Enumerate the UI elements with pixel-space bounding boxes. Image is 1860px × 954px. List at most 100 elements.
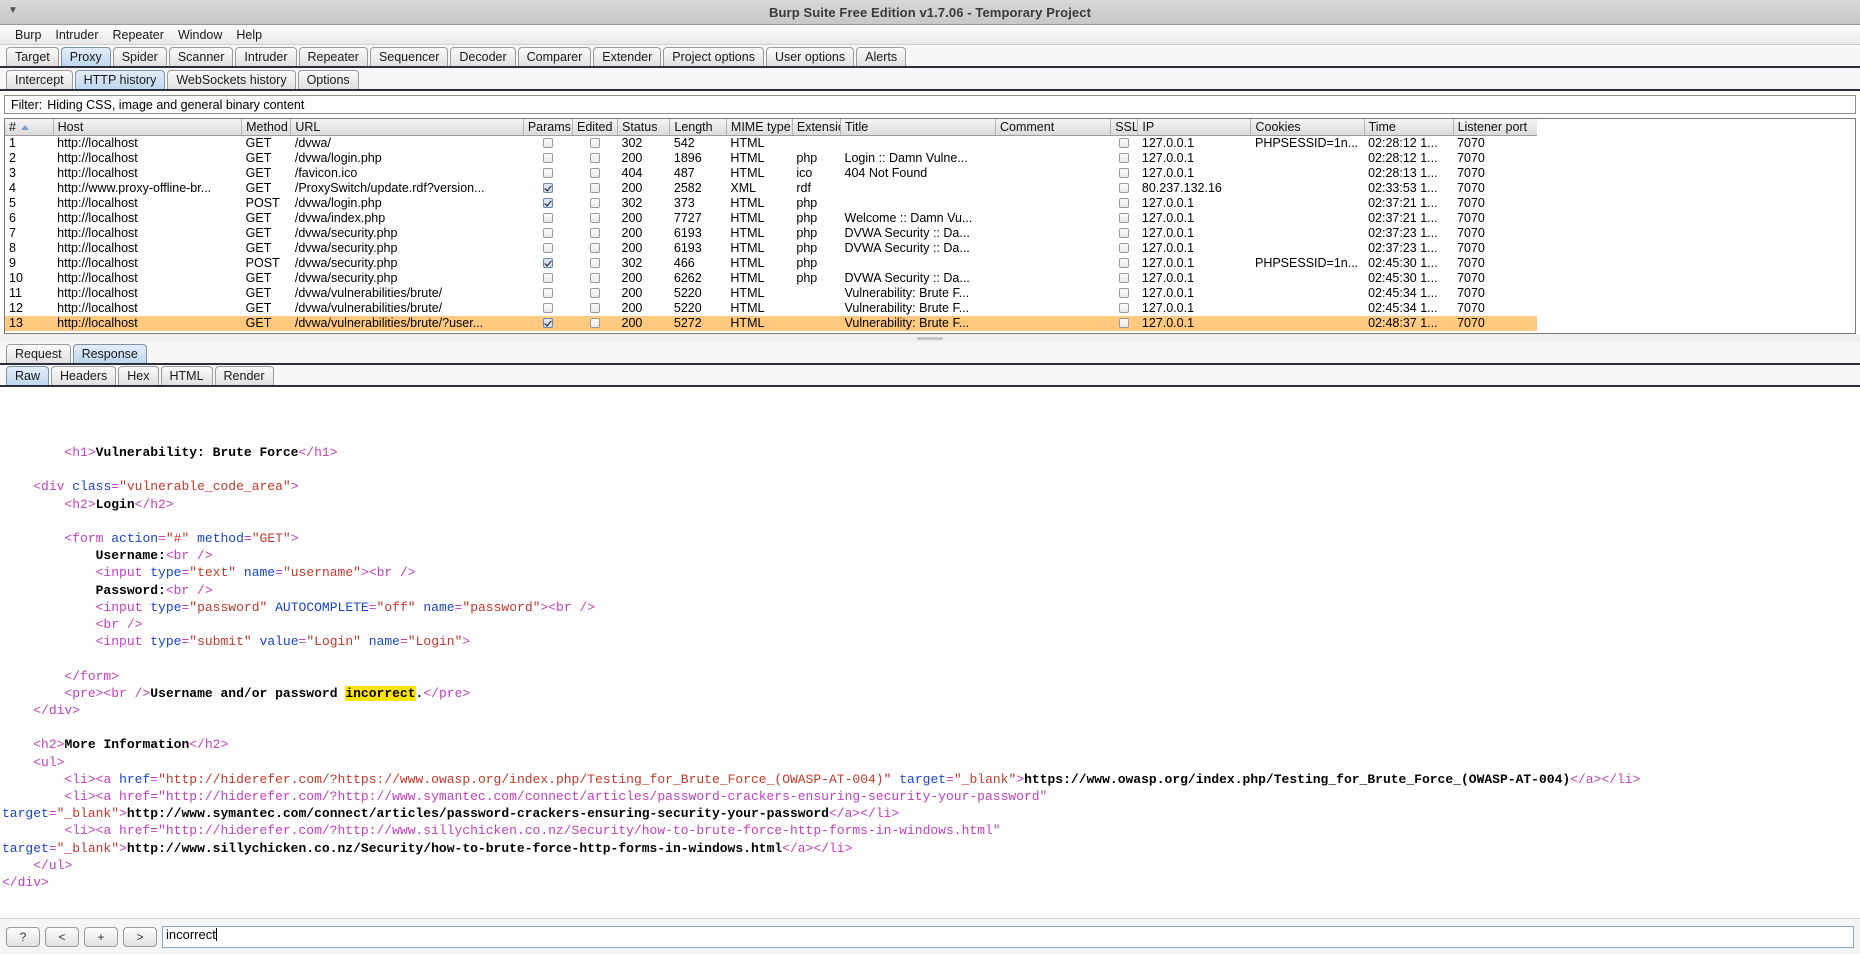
search-add-button[interactable]: + — [84, 927, 118, 947]
tab-hex[interactable]: Hex — [118, 366, 158, 385]
cell-comment — [996, 196, 1111, 211]
cell-ip: 80.237.132.16 — [1138, 181, 1251, 196]
response-line: <pre><br />Username and/or password inco… — [2, 685, 1860, 702]
column-header-mime-type[interactable]: MIME type — [726, 119, 792, 135]
tab-proxy[interactable]: Proxy — [61, 47, 111, 66]
tab-websockets-history[interactable]: WebSockets history — [167, 70, 295, 89]
tab-html[interactable]: HTML — [161, 366, 213, 385]
response-line — [2, 513, 1860, 530]
column-header-cookies[interactable]: Cookies — [1251, 119, 1364, 135]
cell-host: http://localhost — [53, 151, 241, 166]
column-header-status[interactable]: Status — [618, 119, 670, 135]
column-header-edited[interactable]: Edited — [573, 119, 618, 135]
tab-intercept[interactable]: Intercept — [6, 70, 73, 89]
table-header-row[interactable]: # Host Method URL Params Edited Status L… — [5, 119, 1537, 135]
tab-repeater[interactable]: Repeater — [299, 47, 368, 66]
response-raw-viewer[interactable]: <h1>Vulnerability: Brute Force</h1> <div… — [0, 444, 1860, 918]
table-row[interactable]: 8http://localhostGET/dvwa/security.php20… — [5, 241, 1537, 256]
table-row[interactable]: 13http://localhostGET/dvwa/vulnerabiliti… — [5, 316, 1537, 331]
table-row[interactable]: 2http://localhostGET/dvwa/login.php20018… — [5, 151, 1537, 166]
cell-method: POST — [242, 196, 291, 211]
table-row[interactable]: 12http://localhostGET/dvwa/vulnerabiliti… — [5, 301, 1537, 316]
panel-divider[interactable] — [0, 334, 1860, 343]
table-row[interactable]: 10http://localhostGET/dvwa/security.php2… — [5, 271, 1537, 286]
cell-listener-port: 7070 — [1453, 226, 1537, 241]
menu-item-help[interactable]: Help — [229, 27, 269, 43]
menu-item-intruder[interactable]: Intruder — [48, 27, 105, 43]
tab-user-options[interactable]: User options — [766, 47, 854, 66]
menu-item-burp[interactable]: Burp — [8, 27, 48, 43]
search-next-button[interactable]: > — [123, 927, 157, 947]
column-header-extension[interactable]: Extension — [792, 119, 840, 135]
search-help-button[interactable]: ? — [6, 927, 40, 947]
column-header-length[interactable]: Length — [670, 119, 727, 135]
table-row[interactable]: 6http://localhostGET/dvwa/index.php20077… — [5, 211, 1537, 226]
http-history-table-container[interactable]: # Host Method URL Params Edited Status L… — [4, 118, 1856, 334]
tab-decoder[interactable]: Decoder — [450, 47, 515, 66]
column-header-host[interactable]: Host — [53, 119, 241, 135]
cell-listener-port: 7070 — [1453, 181, 1537, 196]
tab-alerts[interactable]: Alerts — [856, 47, 906, 66]
column-header-url[interactable]: URL — [291, 119, 523, 135]
column-header-method[interactable]: Method — [242, 119, 291, 135]
checkbox-unchecked-icon — [1119, 273, 1129, 283]
tab-project-options[interactable]: Project options — [663, 47, 764, 66]
cell-listener-port: 7070 — [1453, 301, 1537, 316]
filter-bar[interactable]: Filter: Hiding CSS, image and general bi… — [4, 95, 1856, 114]
table-row[interactable]: 7http://localhostGET/dvwa/security.php20… — [5, 226, 1537, 241]
cell-ip: 127.0.0.1 — [1138, 301, 1251, 316]
column-header-ssl[interactable]: SSL — [1111, 119, 1138, 135]
cell-listener-port: 7070 — [1453, 256, 1537, 271]
cell-index: 12 — [5, 301, 53, 316]
table-row[interactable]: 4http://www.proxy-offline-br...GET/Proxy… — [5, 181, 1537, 196]
menu-item-window[interactable]: Window — [171, 27, 229, 43]
column-header-params[interactable]: Params — [523, 119, 572, 135]
response-line: </div> — [2, 702, 1860, 719]
window-menu-icon[interactable]: ▼ — [6, 4, 20, 18]
tab-http-history[interactable]: HTTP history — [75, 70, 166, 89]
column-header-listener-port[interactable]: Listener port — [1453, 119, 1537, 135]
cell-index: 2 — [5, 151, 53, 166]
cell-title — [841, 196, 996, 211]
table-row[interactable]: 11http://localhostGET/dvwa/vulnerabiliti… — [5, 286, 1537, 301]
tab-render[interactable]: Render — [215, 366, 274, 385]
table-row[interactable]: 5http://localhostPOST/dvwa/login.php3023… — [5, 196, 1537, 211]
cell-extension: ico — [792, 166, 840, 181]
column-header-time[interactable]: Time — [1364, 119, 1453, 135]
tab-sequencer[interactable]: Sequencer — [370, 47, 448, 66]
tab-proxy-options[interactable]: Options — [298, 70, 359, 89]
menu-item-repeater[interactable]: Repeater — [106, 27, 171, 43]
cell-ssl — [1111, 151, 1138, 166]
cell-comment — [996, 301, 1111, 316]
column-header-ip[interactable]: IP — [1138, 119, 1251, 135]
tab-intruder[interactable]: Intruder — [235, 47, 296, 66]
tab-spider[interactable]: Spider — [113, 47, 167, 66]
search-input[interactable]: incorrect — [162, 926, 1854, 948]
cell-title: Vulnerability: Brute F... — [841, 316, 996, 331]
tab-headers[interactable]: Headers — [51, 366, 116, 385]
tab-raw[interactable]: Raw — [6, 366, 49, 385]
cell-index: 1 — [5, 135, 53, 151]
cell-mime: HTML — [726, 166, 792, 181]
tab-extender[interactable]: Extender — [593, 47, 661, 66]
table-row[interactable]: 9http://localhostPOST/dvwa/security.php3… — [5, 256, 1537, 271]
checkbox-unchecked-icon — [543, 273, 553, 283]
cell-listener-port: 7070 — [1453, 151, 1537, 166]
cell-host: http://localhost — [53, 166, 241, 181]
tab-response[interactable]: Response — [73, 344, 147, 363]
cell-ip: 127.0.0.1 — [1138, 211, 1251, 226]
cell-ip: 127.0.0.1 — [1138, 286, 1251, 301]
search-previous-button[interactable]: < — [45, 927, 79, 947]
tab-target[interactable]: Target — [6, 47, 59, 66]
cell-host: http://localhost — [53, 135, 241, 151]
tab-comparer[interactable]: Comparer — [518, 47, 592, 66]
tab-request[interactable]: Request — [6, 344, 71, 363]
tab-scanner[interactable]: Scanner — [169, 47, 234, 66]
cell-edited — [573, 135, 618, 151]
table-row[interactable]: 3http://localhostGET/favicon.ico404487HT… — [5, 166, 1537, 181]
table-row[interactable]: 1http://localhostGET/dvwa/302542HTML127.… — [5, 135, 1537, 151]
column-header-comment[interactable]: Comment — [996, 119, 1111, 135]
cell-method: GET — [242, 135, 291, 151]
column-header-index[interactable]: # — [5, 119, 53, 135]
column-header-title[interactable]: Title — [841, 119, 996, 135]
